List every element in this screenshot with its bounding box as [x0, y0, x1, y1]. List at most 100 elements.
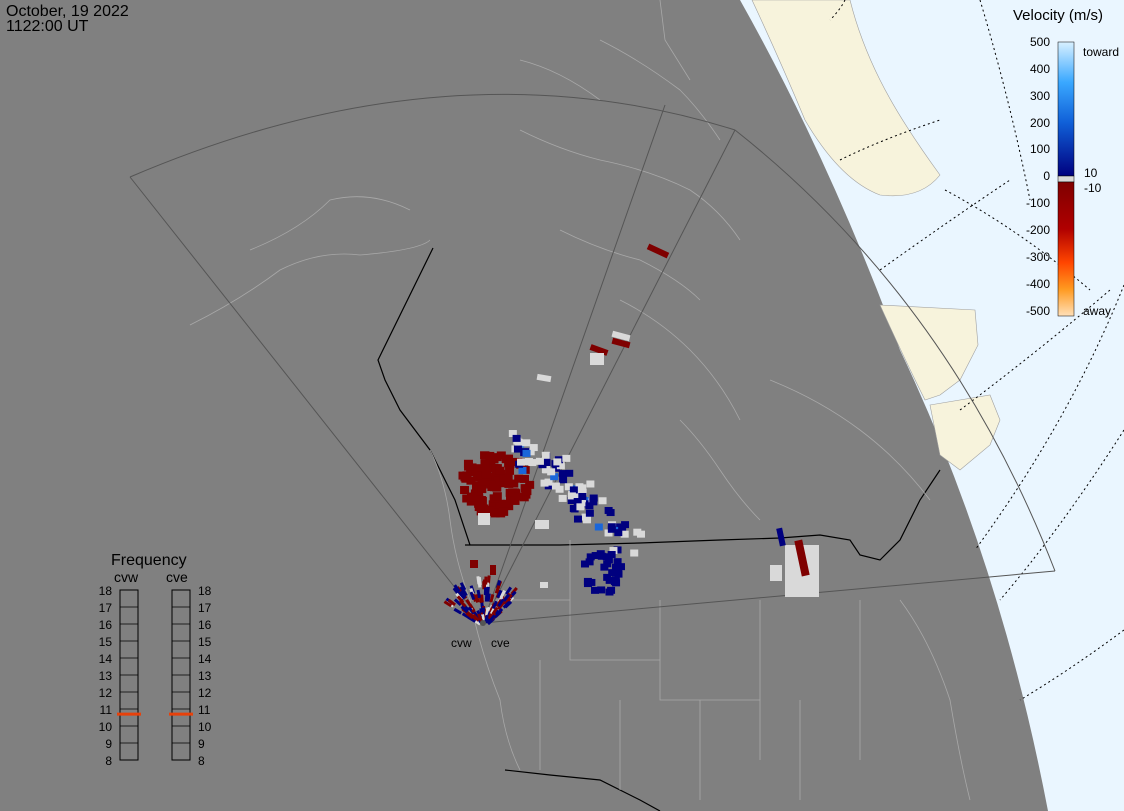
- echo-cell: [518, 466, 527, 474]
- echo-cell: [636, 530, 645, 538]
- echo-cell: [522, 439, 531, 447]
- velocity-label-300: 300: [1030, 89, 1050, 103]
- frequency-scale-label: 8: [198, 754, 205, 768]
- echo-cell: [598, 497, 607, 505]
- echo-cell: [483, 586, 488, 596]
- echo-cell: [565, 469, 574, 477]
- echo-cell: [541, 451, 550, 459]
- velocity-label-minus200: -200: [1026, 223, 1050, 237]
- frequency-scale-label: 12: [99, 686, 113, 700]
- echo-cell: [562, 454, 571, 462]
- frequency-scale-label: 18: [99, 584, 113, 598]
- echo-cell: [589, 494, 598, 502]
- radar-site-cvw-label: cvw: [451, 636, 472, 650]
- echo-cell: [586, 480, 595, 488]
- echo-cell: [460, 473, 470, 482]
- echo-cell: [540, 582, 548, 588]
- echo-cell: [528, 459, 537, 467]
- echo-cell: [540, 479, 549, 487]
- velocity-label-minus100: -100: [1026, 196, 1050, 210]
- echo-cell: [535, 457, 544, 465]
- velocity-threshold-pos: 10: [1084, 166, 1098, 180]
- header-time: 1122:00 UT: [6, 18, 89, 35]
- echo-cell: [477, 485, 487, 494]
- frequency-scale-label: 13: [198, 669, 212, 683]
- echo-cell: [480, 459, 490, 468]
- velocity-label-400: 400: [1030, 62, 1050, 76]
- echo-cell: [610, 578, 619, 586]
- velocity-label-minus300: -300: [1026, 250, 1050, 264]
- frequency-scale-label: 11: [198, 703, 211, 717]
- frequency-scale-label: 17: [99, 601, 113, 615]
- echo-cell: [499, 473, 509, 482]
- echo-cell: [559, 476, 568, 484]
- velocity-threshold-neg: -10: [1084, 181, 1102, 195]
- echo-cell: [597, 552, 606, 560]
- echo-cell: [490, 565, 496, 575]
- echo-cell: [585, 509, 594, 517]
- echo-cell: [573, 515, 582, 523]
- frequency-scale-label: 9: [198, 737, 205, 751]
- echo-cell: [770, 565, 782, 581]
- echo-cell: [612, 563, 621, 571]
- echo-cell: [621, 521, 630, 529]
- echo-cell: [517, 458, 526, 466]
- echo-cell: [553, 458, 562, 466]
- velocity-label-minus400: -400: [1026, 277, 1050, 291]
- echo-cell: [522, 449, 531, 457]
- velocity-label-minus500: -500: [1026, 304, 1050, 318]
- echo-cell: [485, 451, 495, 460]
- frequency-scale-label: 11: [100, 703, 113, 717]
- radar-site-cve-label: cve: [491, 636, 510, 650]
- echo-cell: [505, 460, 515, 469]
- echo-cell: [483, 579, 487, 588]
- echo-cell: [529, 444, 538, 452]
- echo-cell: [489, 483, 499, 492]
- velocity-legend-title: Velocity (m/s): [1013, 7, 1103, 24]
- echo-cell: [583, 516, 592, 524]
- echo-cell: [630, 549, 639, 557]
- frequency-scale-label: 14: [198, 652, 212, 666]
- frequency-scale-label: 9: [105, 737, 112, 751]
- frequency-scale-label: 8: [105, 754, 112, 768]
- echo-cell: [535, 520, 549, 529]
- echo-cell: [576, 503, 585, 511]
- echo-cell: [607, 586, 616, 594]
- frequency-scale-label: 10: [99, 720, 113, 734]
- radar-site-cvw-marker: [480, 620, 486, 626]
- echo-cell: [604, 506, 613, 514]
- frequency-scale-label: 14: [99, 652, 113, 666]
- frequency-title: Frequency: [111, 552, 187, 569]
- velocity-label-200: 200: [1030, 116, 1050, 130]
- velocity-toward-label: toward: [1083, 45, 1119, 59]
- frequency-radar-cvw-label: cvw: [114, 569, 139, 585]
- velocity-colorbar-zero: [1057, 175, 1075, 183]
- frequency-scale-label: 15: [99, 635, 113, 649]
- echo-cell: [585, 502, 594, 510]
- echo-cell: [522, 487, 532, 496]
- echo-cell: [502, 499, 512, 508]
- echo-cell: [478, 513, 490, 525]
- echo-cell: [594, 523, 603, 531]
- velocity-label-0: 0: [1043, 169, 1050, 183]
- frequency-scale-label: 15: [198, 635, 212, 649]
- echo-cell: [591, 586, 600, 594]
- echo-cell: [495, 466, 505, 475]
- echo-cell: [590, 353, 604, 365]
- velocity-colorbar-away: [1057, 181, 1075, 317]
- frequency-scale-label: 16: [99, 618, 113, 632]
- echo-cell: [607, 525, 616, 533]
- echo-cell: [513, 492, 523, 501]
- echo-cell: [467, 492, 477, 501]
- velocity-label-500: 500: [1030, 35, 1050, 49]
- echo-cell: [569, 486, 578, 494]
- echo-cell: [492, 492, 502, 501]
- echo-cell: [547, 468, 556, 476]
- echo-cell: [583, 580, 592, 588]
- echo-cell: [470, 560, 478, 568]
- frequency-scale-label: 10: [198, 720, 212, 734]
- velocity-colorbar-toward: [1057, 41, 1075, 177]
- frequency-scale-label: 12: [198, 686, 212, 700]
- velocity-label-100: 100: [1030, 142, 1050, 156]
- echo-cell: [464, 462, 474, 471]
